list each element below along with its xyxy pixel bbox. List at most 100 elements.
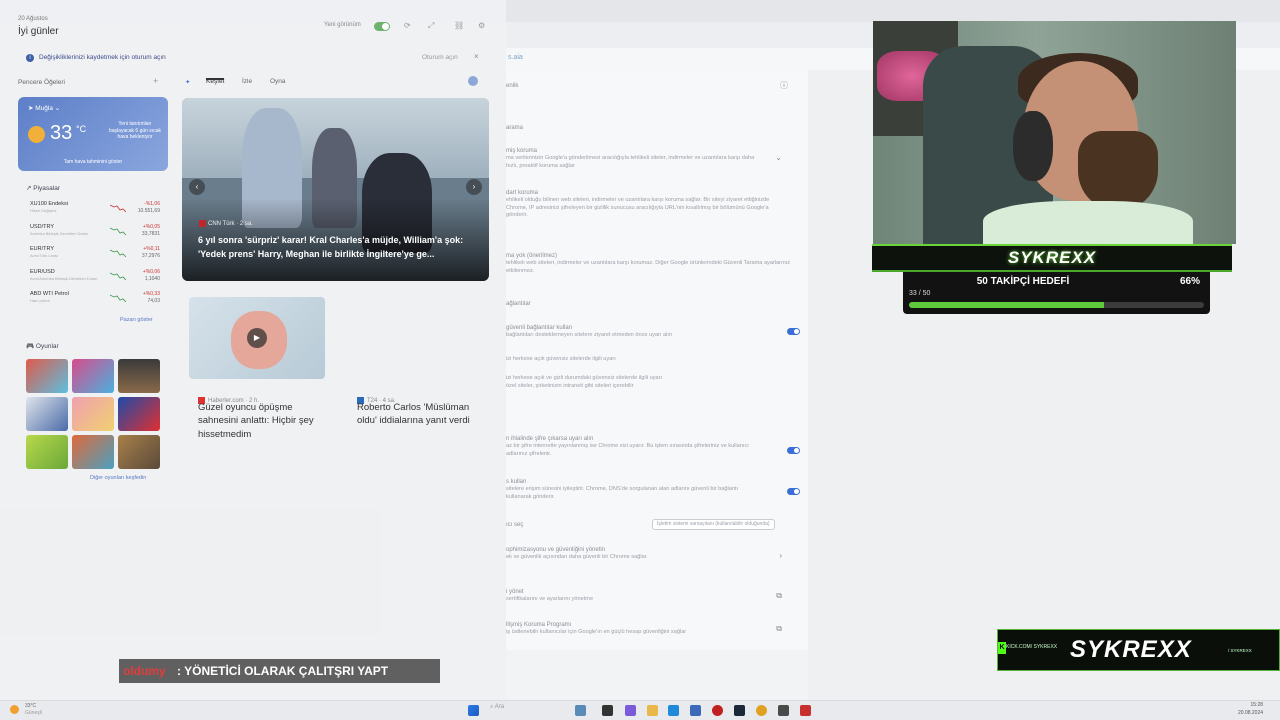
chat-text: : YÖNETİCİ OLARAK ÇALITŞRI YAPT	[177, 664, 389, 678]
settings-row-title: ıcı seç	[506, 522, 524, 528]
market-row[interactable]: EUR/TRY Avro/Türk Lirası +%0,11 37,2976	[30, 246, 160, 264]
chrome-icon[interactable]	[756, 705, 767, 716]
webcam-name-bar: SYKREXX	[872, 244, 1232, 272]
settings-row-title: miş koruma	[506, 148, 538, 154]
market-row[interactable]: EUR/USD Avro/Amerika Birleşik Devletleri …	[30, 269, 160, 287]
add-widget-icon[interactable]: +	[153, 76, 158, 86]
taskbar-clock[interactable]: 15:28 20.08.2024	[1238, 702, 1263, 717]
source-logo-icon	[199, 220, 206, 227]
settings-row-desc: tehlikeli web siteleri, indirmeler ve uz…	[506, 260, 791, 274]
market-sub: Avro/Amerika Birleşik Devletleri Doları	[30, 275, 98, 281]
markets-more-link[interactable]: Pazarı göster	[120, 317, 153, 323]
app-icon[interactable]	[712, 705, 723, 716]
news-card-1-title[interactable]: Güzel oyuncu öpüşme sahnesini anlattı: H…	[198, 401, 318, 441]
dns-select[interactable]: İşletim sistemi varsayılanı (kullanılabi…	[652, 519, 775, 530]
game-tile[interactable]	[72, 359, 114, 393]
https-toggle[interactable]	[787, 328, 800, 335]
gear-icon[interactable]: ⚙	[478, 21, 485, 30]
market-name: ABD WTI Petrol	[30, 291, 69, 297]
active-tab-indicator	[206, 78, 224, 80]
market-row[interactable]: USD/TRY Amerika Birleşik Devletleri Dolar…	[30, 224, 160, 242]
external-link-icon[interactable]: ⧉	[776, 624, 782, 635]
game-tile[interactable]	[26, 397, 68, 431]
game-tile[interactable]	[26, 435, 68, 469]
market-sub: Avro/Türk Lirası	[30, 253, 59, 258]
weather-city[interactable]: ➤ Muğla ⌄	[28, 104, 60, 112]
settings-option-enhanced[interactable]: miş koruma ma verilerinizin Google'a gön…	[506, 147, 796, 170]
tab-play[interactable]: Oyna	[270, 78, 286, 85]
secure-dns-toggle[interactable]	[787, 488, 800, 495]
new-look-toggle[interactable]	[374, 22, 390, 31]
help-icon[interactable]: ⓘ	[780, 81, 788, 92]
hero-news-card[interactable]: CNN Türk · 2 sa. 6 yıl sonra 'sürpriz' k…	[182, 98, 489, 281]
game-tile[interactable]	[118, 397, 160, 431]
signin-link[interactable]: Oturum açın	[422, 54, 458, 61]
game-tile[interactable]	[118, 359, 160, 393]
file-explorer-icon[interactable]	[647, 705, 658, 716]
settings-row-title: ma yok (önerilmez)	[506, 253, 558, 259]
app-icon[interactable]	[690, 705, 701, 716]
settings-row-v8[interactable]: ophimizasyonu ve güvenliğini yönetin ek …	[506, 546, 796, 562]
app-icon[interactable]	[575, 705, 586, 716]
app-icon[interactable]	[625, 705, 636, 716]
expand-icon[interactable]: ⤢	[428, 21, 434, 31]
hero-title[interactable]: 6 yıl sonra 'sürpriz' karar! Kral Charle…	[198, 234, 478, 262]
app-icon[interactable]	[800, 705, 811, 716]
game-tile[interactable]	[118, 435, 160, 469]
banner-social-text: / SYKREXX	[1228, 648, 1252, 653]
chevron-down-icon[interactable]: ⌄	[775, 153, 782, 164]
widgets-header-controls: Yeni görünüm ⟳ ⤢ ⛓ ⚙	[324, 20, 494, 34]
settings-row-certificates[interactable]: i yönet sertifikalarını ve ayarlarını yö…	[506, 588, 796, 604]
follower-goal: 50 TAKİPÇİ HEDEFİ 66% 33 / 50	[903, 272, 1210, 314]
play-icon[interactable]: ▶	[247, 328, 267, 348]
settings-option-all-warn[interactable]: izi herkese açık ve gizli durumdaki güve…	[506, 375, 796, 390]
link-icon[interactable]: ⛓	[454, 21, 464, 30]
task-view-icon[interactable]	[602, 705, 613, 716]
taskbar-search[interactable]: ⌕ Ara	[490, 704, 560, 717]
app-icon[interactable]	[778, 705, 789, 716]
news-card-2-title[interactable]: Roberto Carlos 'Müslüman oldu' iddiaları…	[357, 401, 475, 428]
edge-icon[interactable]	[668, 705, 679, 716]
market-values: +%0,05 33,7831	[141, 223, 160, 237]
weather-forecast-link[interactable]: Tam hava tahminini göster	[18, 159, 168, 165]
settings-option-public-warn[interactable]: izi herkese açık güvensiz sitelerde ilgi…	[506, 356, 796, 364]
news-card-video-thumbnail[interactable]: ▶	[189, 297, 325, 379]
game-tile[interactable]	[26, 359, 68, 393]
market-row[interactable]: XU100 Endeksi Hisse Değişimi -%1,06 10.551,…	[30, 201, 160, 219]
settings-row-title: güvenli bağlantılar kullan	[506, 325, 573, 331]
settings-row-title: dart koruma	[506, 190, 539, 196]
password-leak-toggle[interactable]	[787, 447, 800, 454]
goal-title: 50 TAKİPÇİ HEDEFİ	[976, 276, 1070, 287]
games-more-link[interactable]: Diğer oyunları keşfedin	[90, 475, 146, 481]
next-arrow-icon[interactable]: ›	[466, 179, 482, 195]
notification-icon[interactable]	[468, 76, 478, 86]
external-link-icon[interactable]: ⧉	[776, 591, 782, 602]
settings-row-https[interactable]: güvenli bağlantılar kullan bağlantıları …	[506, 324, 800, 340]
start-icon[interactable]	[468, 705, 479, 716]
refresh-icon[interactable]: ⟳	[404, 21, 411, 30]
sparkline-icon	[110, 204, 126, 213]
game-tile[interactable]	[72, 435, 114, 469]
game-tile[interactable]	[72, 397, 114, 431]
chevron-right-icon[interactable]: ›	[779, 551, 782, 562]
weather-temp: 33	[50, 122, 73, 144]
market-row[interactable]: ABD WTI Petrol Ham petrol +%0,33 74,03	[30, 291, 160, 309]
settings-row-desc: ma verilerinizin Google'a gönderilmesi a…	[506, 155, 755, 169]
settings-row-password-leak[interactable]: n ihlalinde şifre çıkarsa uyarı alın az …	[506, 435, 800, 458]
close-icon[interactable]: ×	[474, 52, 479, 61]
clock-time: 15:28	[1250, 702, 1264, 708]
settings-row-advanced-protection[interactable]: llişmiş Koruma Programı iş üstlenebilir …	[506, 621, 796, 637]
market-values: +%0,11 37,2976	[141, 246, 160, 259]
banner-logo: SYKREXX	[1070, 636, 1192, 663]
settings-row-secure-dns[interactable]: s kullan sitelere erişim süresini iyileş…	[506, 478, 800, 501]
weather-widget[interactable]: ➤ Muğla ⌄ 33 °C Yeni tanıtımları başlaya…	[18, 97, 168, 171]
tab-watch[interactable]: İzle	[242, 78, 252, 85]
settings-option-standard[interactable]: dart koruma ehlikeli olduğu bilinen web …	[506, 189, 796, 220]
settings-option-none[interactable]: ma yok (önerilmez) tehlikeli web siteler…	[506, 252, 796, 275]
previous-arrow-icon[interactable]: ‹	[189, 179, 205, 195]
settings-row-title: n ihlalinde şifre çıkarsa uyarı alın	[506, 436, 594, 442]
widgets-section-label: Pencere Öğeleri	[18, 79, 65, 86]
market-sub: Hisse Değişimi	[30, 208, 57, 213]
steam-icon[interactable]	[734, 705, 745, 716]
info-icon: i	[26, 54, 34, 62]
